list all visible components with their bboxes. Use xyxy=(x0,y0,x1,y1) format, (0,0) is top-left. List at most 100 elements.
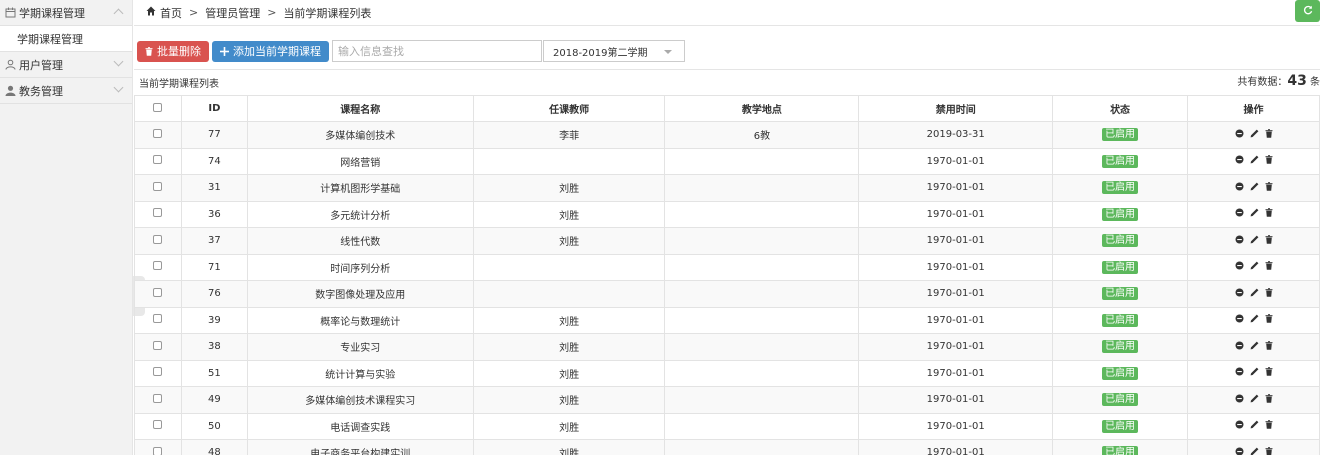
sidebar-subitem-semester-courses[interactable]: 学期课程管理 xyxy=(0,26,132,52)
disable-icon[interactable] xyxy=(1235,182,1244,191)
cell-disable-time: 1970-01-01 xyxy=(858,253,1054,281)
edit-icon[interactable] xyxy=(1250,341,1259,350)
disable-icon[interactable] xyxy=(1235,420,1244,429)
table-header-row: ID 课程名称 任课教师 教学地点 禁用时间 状态 操作 xyxy=(134,95,1320,122)
edit-icon[interactable] xyxy=(1250,235,1259,244)
row-checkbox[interactable] xyxy=(153,208,163,218)
delete-icon[interactable] xyxy=(1265,208,1273,218)
row-select-cell xyxy=(134,306,182,334)
delete-icon[interactable] xyxy=(1265,261,1273,271)
edit-icon[interactable] xyxy=(1250,129,1259,138)
breadcrumb-home-link[interactable]: 首页 xyxy=(160,5,182,21)
cell-course-name: 时间序列分析 xyxy=(246,253,474,281)
cell-course-name: 多元统计分析 xyxy=(246,200,474,228)
table-row: 36 多元统计分析 刘胜 1970-01-01 已启用 xyxy=(134,200,1320,228)
header-location[interactable]: 教学地点 xyxy=(664,95,860,122)
cell-location xyxy=(664,439,860,455)
refresh-button[interactable] xyxy=(1295,0,1320,22)
disable-icon[interactable] xyxy=(1235,341,1244,350)
batch-delete-button[interactable]: 批量删除 xyxy=(137,40,209,62)
cell-id: 74 xyxy=(180,147,248,175)
delete-icon[interactable] xyxy=(1265,314,1273,324)
disable-icon[interactable] xyxy=(1235,288,1244,297)
row-checkbox[interactable] xyxy=(153,314,163,324)
row-checkbox[interactable] xyxy=(153,261,163,271)
cell-status: 已启用 xyxy=(1052,280,1188,308)
cell-course-name: 概率论与数理统计 xyxy=(246,306,474,334)
row-checkbox[interactable] xyxy=(153,234,163,244)
disable-icon[interactable] xyxy=(1235,129,1244,138)
search-input[interactable] xyxy=(332,40,542,62)
cell-actions xyxy=(1187,200,1320,228)
breadcrumb-admin-link[interactable]: 管理员管理 xyxy=(205,5,260,21)
delete-icon[interactable] xyxy=(1265,287,1273,297)
delete-icon[interactable] xyxy=(1265,181,1273,191)
sidebar-item-semester-courses[interactable]: 学期课程管理 xyxy=(0,0,132,26)
row-checkbox[interactable] xyxy=(153,181,163,191)
header-status[interactable]: 状态 xyxy=(1052,95,1188,122)
disable-icon[interactable] xyxy=(1235,367,1244,376)
header-teacher[interactable]: 任课教师 xyxy=(472,95,666,122)
delete-icon[interactable] xyxy=(1265,155,1273,165)
edit-icon[interactable] xyxy=(1250,288,1259,297)
delete-icon[interactable] xyxy=(1265,420,1273,430)
header-id[interactable]: ID xyxy=(180,95,248,122)
edit-icon[interactable] xyxy=(1250,394,1259,403)
cell-disable-time: 1970-01-01 xyxy=(858,333,1054,361)
cell-teacher xyxy=(472,147,666,175)
cell-actions xyxy=(1187,439,1320,455)
delete-icon[interactable] xyxy=(1265,128,1273,138)
row-checkbox[interactable] xyxy=(153,287,163,297)
edit-icon[interactable] xyxy=(1250,367,1259,376)
sidebar-item-users[interactable]: 用户管理 xyxy=(0,52,132,78)
disable-icon[interactable] xyxy=(1235,394,1244,403)
cell-location xyxy=(664,227,860,255)
row-checkbox[interactable] xyxy=(153,446,163,455)
row-checkbox[interactable] xyxy=(153,420,163,430)
edit-icon[interactable] xyxy=(1250,261,1259,270)
cell-actions xyxy=(1187,306,1320,334)
refresh-icon xyxy=(1303,4,1313,18)
cell-disable-time: 1970-01-01 xyxy=(858,200,1054,228)
total-count: 共有数据：43 条 xyxy=(1237,73,1320,89)
disable-icon[interactable] xyxy=(1235,447,1244,455)
row-select-cell xyxy=(134,386,182,414)
sidebar-item-academic[interactable]: 教务管理 xyxy=(0,78,132,104)
header-disable-time[interactable]: 禁用时间 xyxy=(858,95,1054,122)
disable-icon[interactable] xyxy=(1235,261,1244,270)
delete-icon[interactable] xyxy=(1265,367,1273,377)
edit-icon[interactable] xyxy=(1250,447,1259,455)
disable-icon[interactable] xyxy=(1235,235,1244,244)
cell-id: 77 xyxy=(180,121,248,149)
row-checkbox[interactable] xyxy=(153,128,163,138)
add-course-button[interactable]: 添加当前学期课程 xyxy=(212,40,329,62)
semester-select[interactable]: 2018-2019第二学期 xyxy=(543,40,685,62)
edit-icon[interactable] xyxy=(1250,208,1259,217)
edit-icon[interactable] xyxy=(1250,314,1259,323)
total-prefix: 共有数据： xyxy=(1237,77,1288,88)
row-checkbox[interactable] xyxy=(153,393,163,403)
delete-icon[interactable] xyxy=(1265,393,1273,403)
cell-actions xyxy=(1187,147,1320,175)
table-row: 71 时间序列分析 1970-01-01 已启用 xyxy=(134,253,1320,281)
delete-icon[interactable] xyxy=(1265,446,1273,455)
select-all-checkbox[interactable] xyxy=(153,102,163,112)
edit-icon[interactable] xyxy=(1250,182,1259,191)
delete-icon[interactable] xyxy=(1265,234,1273,244)
cell-status: 已启用 xyxy=(1052,439,1188,455)
edit-icon[interactable] xyxy=(1250,155,1259,164)
header-course-name[interactable]: 课程名称 xyxy=(246,95,474,122)
delete-icon[interactable] xyxy=(1265,340,1273,350)
table-row: 39 概率论与数理统计 刘胜 1970-01-01 已启用 xyxy=(134,306,1320,334)
row-checkbox[interactable] xyxy=(153,367,163,377)
row-checkbox[interactable] xyxy=(153,340,163,350)
edit-icon[interactable] xyxy=(1250,420,1259,429)
disable-icon[interactable] xyxy=(1235,314,1244,323)
cell-status: 已启用 xyxy=(1052,306,1188,334)
disable-icon[interactable] xyxy=(1235,208,1244,217)
breadcrumb-separator: > xyxy=(189,6,199,19)
cell-disable-time: 1970-01-01 xyxy=(858,227,1054,255)
row-checkbox[interactable] xyxy=(153,155,163,165)
main-content: 首页 > 管理员管理 > 当前学期课程列表 批量删除 添加当前学期课程 2018… xyxy=(134,0,1320,455)
disable-icon[interactable] xyxy=(1235,155,1244,164)
